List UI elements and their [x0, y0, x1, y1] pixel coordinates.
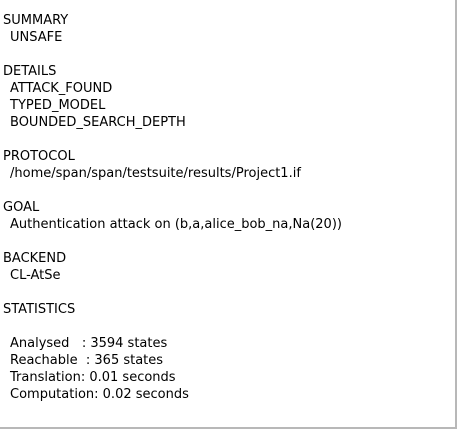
goal-value: Authentication attack on (b,a,alice_bob_…: [10, 217, 342, 232]
stat-reachable: Reachable : 365 states: [10, 353, 164, 368]
details-item: TYPED_MODEL: [10, 98, 106, 113]
details-item: ATTACK_FOUND: [10, 81, 113, 96]
backend-heading: BACKEND: [3, 251, 67, 266]
protocol-heading: PROTOCOL: [3, 149, 75, 164]
backend-value: CL-AtSe: [10, 268, 61, 283]
stat-analysed: Analysed : 3594 states: [10, 336, 168, 351]
summary-heading: SUMMARY: [3, 13, 69, 28]
output-text-area[interactable]: SUMMARY UNSAFE DETAILS ATTACK_FOUND TYPE…: [0, 0, 457, 429]
details-heading: DETAILS: [3, 64, 57, 79]
details-item: BOUNDED_SEARCH_DEPTH: [10, 115, 186, 130]
stat-computation: Computation: 0.02 seconds: [10, 387, 189, 402]
goal-heading: GOAL: [3, 200, 40, 215]
summary-value: UNSAFE: [10, 30, 63, 45]
statistics-heading: STATISTICS: [3, 302, 76, 317]
stat-translation: Translation: 0.01 seconds: [10, 370, 176, 385]
protocol-path: /home/span/span/testsuite/results/Projec…: [10, 166, 301, 181]
